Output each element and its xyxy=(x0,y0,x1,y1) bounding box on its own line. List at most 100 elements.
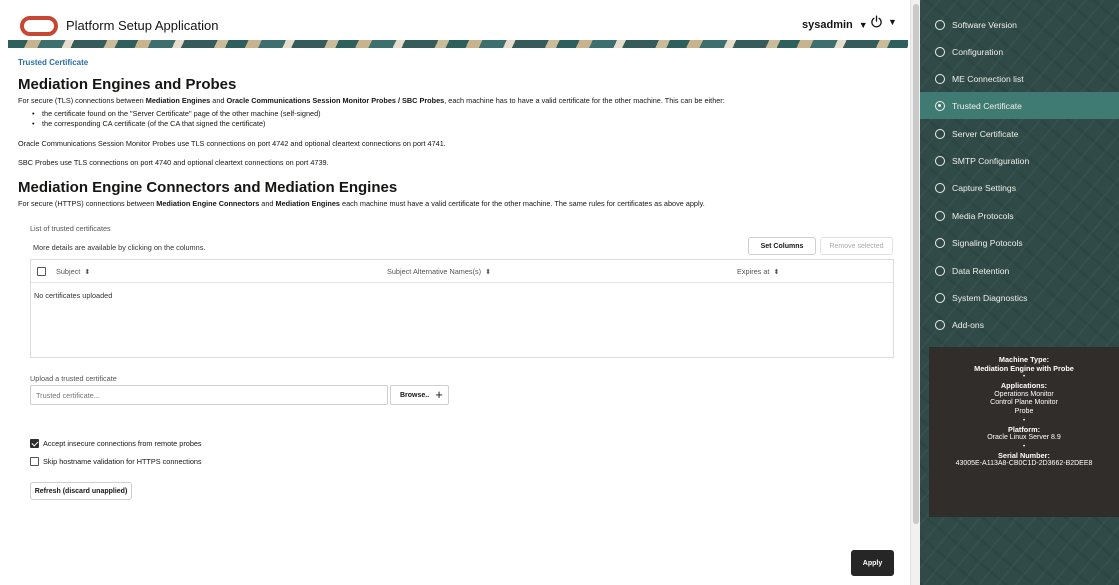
list-item: the certificate found on the "Server Cer… xyxy=(32,109,321,119)
radio-icon xyxy=(935,182,945,193)
column-subject-alt-names[interactable]: Subject Alternative Names(s) ⬍ xyxy=(387,267,491,276)
sidebar-item-software-version[interactable]: Software Version xyxy=(920,11,1119,38)
sidebar-item-add-ons[interactable]: Add-ons xyxy=(920,311,1119,338)
intro-text: each machine must have a valid certifica… xyxy=(339,199,705,208)
skip-hostname-checkbox[interactable] xyxy=(30,457,39,466)
intro-bold: Mediation Engines xyxy=(145,96,211,105)
platform-value: Oracle Linux Server 8.9 xyxy=(987,434,1061,442)
trusted-certificates-table: Subject ⬍ Subject Alternative Names(s) ⬍… xyxy=(30,259,894,358)
radio-icon xyxy=(935,46,945,57)
sidebar-item-trusted-certificate[interactable]: Trusted Certificate xyxy=(920,92,1119,119)
sidebar-item-signaling-protocols[interactable]: Signaling Potocols xyxy=(920,229,1119,256)
column-subject[interactable]: Subject ⬍ xyxy=(56,267,90,276)
sort-icon: ⬍ xyxy=(84,268,91,276)
platform-label: Platform: xyxy=(1007,424,1041,434)
sidebar-item-capture-settings[interactable]: Capture Settings xyxy=(920,174,1119,201)
upload-label: Upload a trusted certificate xyxy=(30,374,117,383)
sidebar-item-label: ME Connection list xyxy=(952,73,1024,84)
chevron-down-icon: ▼ xyxy=(888,16,897,27)
radio-icon xyxy=(935,319,945,330)
sort-icon: ⬍ xyxy=(773,268,780,276)
power-menu[interactable]: ▼ xyxy=(870,15,897,28)
select-all-checkbox[interactable] xyxy=(37,267,46,276)
user-name: sysadmin xyxy=(802,19,853,31)
sidebar-item-system-diagnostics[interactable]: System Diagnostics xyxy=(920,284,1119,311)
column-expires-at[interactable]: Expires at ⬍ xyxy=(737,267,779,276)
radio-icon xyxy=(935,73,945,84)
plus-icon: + xyxy=(435,387,443,402)
radio-icon xyxy=(935,265,945,276)
ocsm-probe-note: Oracle Communications Session Monitor Pr… xyxy=(18,139,446,148)
applications-label: Applications: xyxy=(1000,381,1048,391)
sidebar-item-label: Trusted Certificate xyxy=(952,100,1022,111)
radio-selected-icon xyxy=(935,100,945,111)
column-label: Expires at xyxy=(737,267,770,276)
intro-text: , each machine has to have a valid certi… xyxy=(444,96,725,105)
refresh-button[interactable]: Refresh (discard unapplied) xyxy=(30,482,132,500)
radio-icon xyxy=(935,292,945,303)
machine-type-value: Mediation Engine with Probe xyxy=(974,363,1074,373)
sidebar-item-label: Signaling Potocols xyxy=(952,237,1023,248)
radio-icon xyxy=(935,128,945,139)
sidebar-item-label: Configuration xyxy=(952,46,1004,57)
oracle-logo-icon xyxy=(20,16,58,36)
trusted-certificate-input[interactable] xyxy=(30,385,388,405)
column-label: Subject xyxy=(56,267,81,276)
main-content: Trusted Certificate Mediation Engines an… xyxy=(0,48,910,585)
sidebar-item-media-protocols[interactable]: Media Protocols xyxy=(920,202,1119,229)
skip-hostname-option[interactable]: Skip hostname validation for HTTPS conne… xyxy=(30,457,202,466)
sidebar-item-label: Server Certificate xyxy=(952,128,1019,139)
intro-text: and xyxy=(210,96,227,105)
empty-table-message: No certificates uploaded xyxy=(34,291,113,300)
machine-info-card: Machine Type: Mediation Engine with Prob… xyxy=(929,347,1119,517)
sidebar-item-label: Data Retention xyxy=(952,265,1010,276)
page-scrollbar[interactable] xyxy=(910,0,920,585)
section-intro-probes: For secure (TLS) connections between Med… xyxy=(18,96,725,106)
radio-icon xyxy=(935,210,945,221)
accept-insecure-checkbox[interactable] xyxy=(30,439,39,448)
radio-icon xyxy=(935,155,945,166)
intro-text: For secure (TLS) connections between xyxy=(18,96,146,105)
sort-icon: ⬍ xyxy=(485,268,491,276)
trusted-list-hint: More details are available by clicking o… xyxy=(33,243,206,252)
apply-button[interactable]: Apply xyxy=(851,550,894,576)
intro-bold: Mediation Engine Connectors xyxy=(156,199,260,208)
accept-insecure-option[interactable]: Accept insecure connections from remote … xyxy=(30,439,202,448)
sidebar-item-data-retention[interactable]: Data Retention xyxy=(920,257,1119,284)
radio-icon xyxy=(935,19,945,30)
accept-insecure-label: Accept insecure connections from remote … xyxy=(43,439,202,448)
sidebar-item-label: Media Protocols xyxy=(952,210,1014,221)
application-item: Probe xyxy=(1014,407,1034,415)
sidebar-item-smtp-configuration[interactable]: SMTP Configuration xyxy=(920,147,1119,174)
power-icon xyxy=(871,15,882,28)
scrollbar-thumb[interactable] xyxy=(913,4,919,524)
sbc-probe-note: SBC Probes use TLS connections on port 4… xyxy=(18,158,329,167)
intro-text: and xyxy=(259,199,276,208)
trusted-list-label: List of trusted certificates xyxy=(30,224,111,233)
sidebar-item-configuration[interactable]: Configuration xyxy=(920,38,1119,65)
sidebar-item-label: SMTP Configuration xyxy=(952,155,1030,166)
set-columns-button[interactable]: Set Columns xyxy=(748,237,816,255)
section-title-connectors: Mediation Engine Connectors and Mediatio… xyxy=(18,179,398,196)
remove-selected-button[interactable]: Remove selected xyxy=(820,237,893,255)
application-item: Operations Monitor xyxy=(994,390,1054,398)
sidebar-item-server-certificate[interactable]: Server Certificate xyxy=(920,120,1119,147)
intro-bold: Oracle Communications Session Monitor Pr… xyxy=(226,96,445,105)
app-title: Platform Setup Application xyxy=(66,18,219,33)
skip-hostname-label: Skip hostname validation for HTTPS conne… xyxy=(43,457,202,466)
section-title-probes: Mediation Engines and Probes xyxy=(18,76,237,93)
sidebar-item-label: Capture Settings xyxy=(952,182,1017,193)
column-label: Subject Alternative Names(s) xyxy=(387,267,482,276)
browse-button[interactable]: Browse.. + xyxy=(390,385,449,405)
user-menu[interactable]: sysadmin ▼ xyxy=(802,19,868,31)
application-item: Control Plane Monitor xyxy=(990,399,1058,407)
header-banner xyxy=(8,40,908,48)
intro-bold: Mediation Engines xyxy=(275,199,340,208)
serial-label: Serial Number: xyxy=(998,450,1050,460)
browse-label: Browse.. xyxy=(400,391,430,399)
section-intro-connectors: For secure (HTTPS) connections between M… xyxy=(18,199,705,209)
sidebar-item-label: Add-ons xyxy=(952,319,985,330)
sidebar-item-label: Software Version xyxy=(952,19,1017,30)
serial-value: 43005E-A113A8-CB0C1D-2D3662-B2DEE8 xyxy=(955,460,1093,468)
sidebar-item-me-connection-list[interactable]: ME Connection list xyxy=(920,65,1119,92)
